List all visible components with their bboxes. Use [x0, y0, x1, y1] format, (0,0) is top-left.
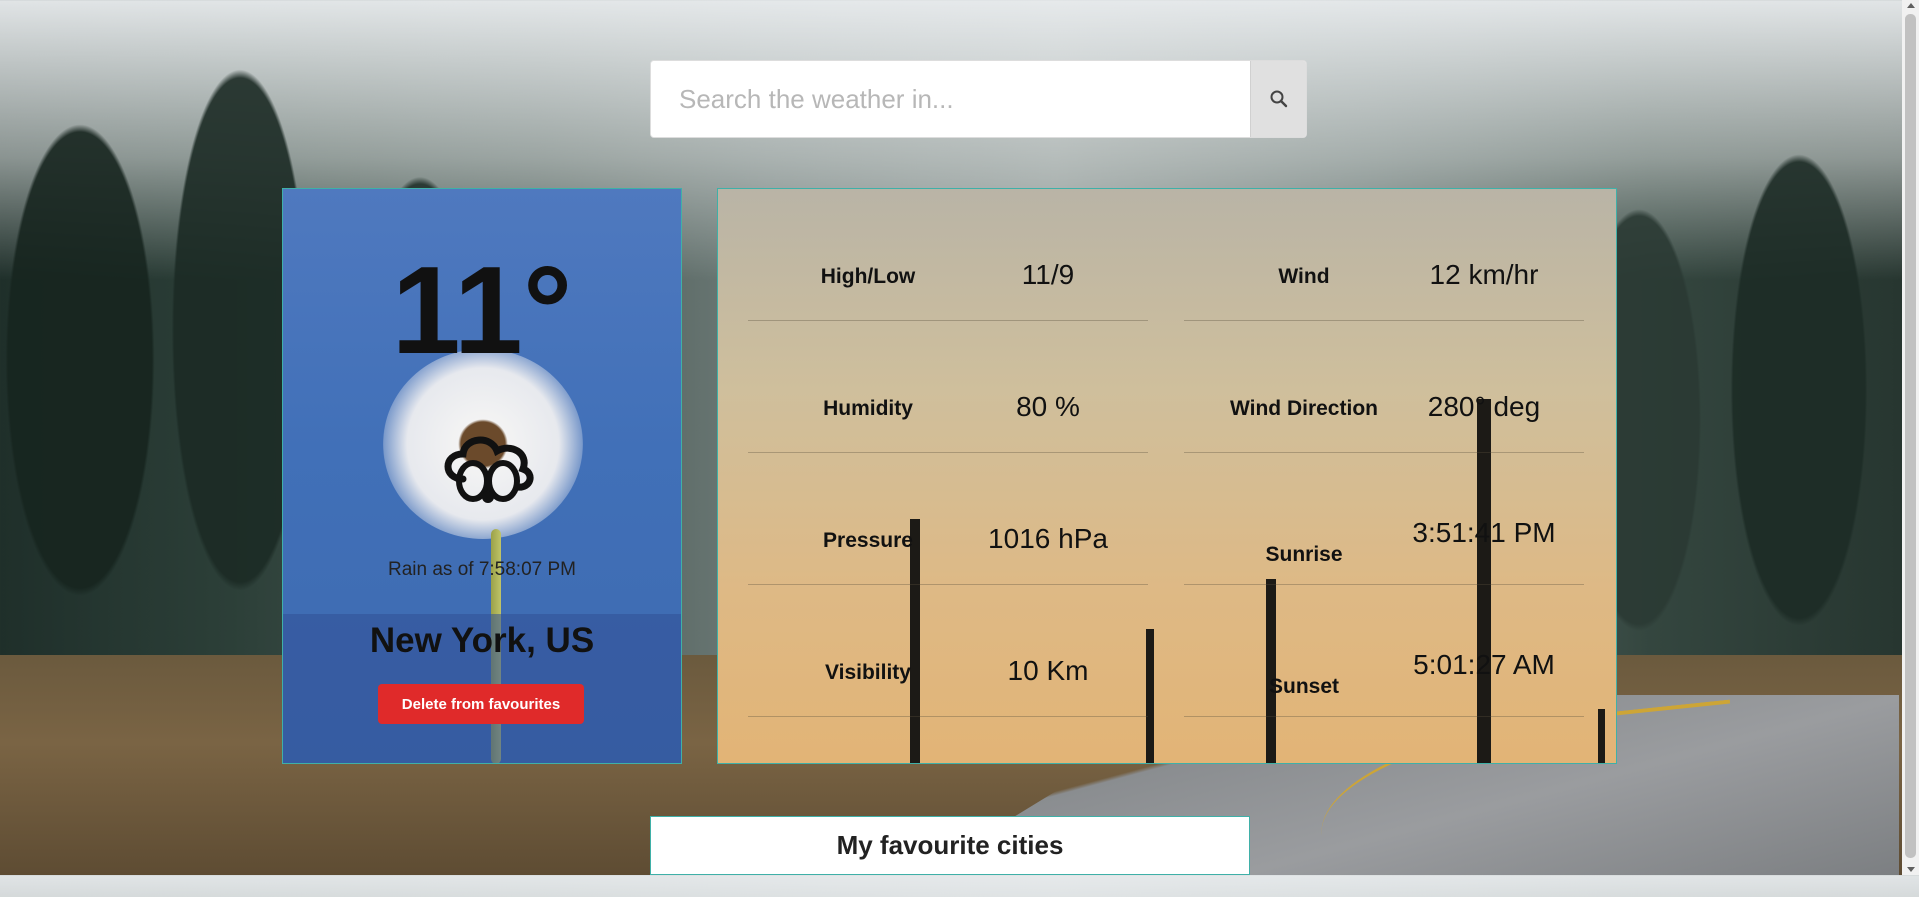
delete-from-favourites-button[interactable]: Delete from favourites	[378, 684, 584, 724]
detail-row: Humidity 80 %	[748, 321, 1148, 453]
detail-label: Wind Direction	[1230, 397, 1378, 420]
detail-label: Wind	[1278, 265, 1330, 288]
detail-label: Pressure	[823, 529, 913, 552]
city-name: New York, US	[369, 621, 595, 660]
detail-value: 12 km/hr	[1429, 259, 1539, 290]
wind-turbine	[1598, 709, 1605, 763]
page-scrollbar[interactable]	[1902, 0, 1919, 875]
detail-label: Visibility	[825, 661, 911, 684]
detail-value: 5:01:27 AM	[1413, 649, 1555, 680]
detail-value: 11/9	[1021, 259, 1075, 290]
scrollbar-thumb[interactable]	[1905, 14, 1916, 858]
details-right-column: Wind 12 km/hr Wind Direction 280° deg Su…	[1184, 189, 1584, 717]
detail-row: Visibility 10 Km	[748, 585, 1148, 717]
scroll-down-arrow-icon[interactable]	[1907, 867, 1915, 872]
detail-row: Pressure 1016 hPa	[748, 453, 1148, 585]
current-temperature: 11°	[391, 242, 573, 380]
detail-row: Sunset 5:01:27 AM	[1184, 585, 1584, 717]
detail-row: Sunrise 3:51:41 PM	[1184, 453, 1584, 585]
search-button[interactable]	[1250, 61, 1306, 137]
detail-label: Sunrise	[1265, 543, 1343, 566]
detail-value: 280° deg	[1427, 391, 1541, 422]
detail-label: Humidity	[823, 397, 913, 420]
details-left-column: High/Low 11/9 Humidity 80 % Pressure 101…	[748, 189, 1148, 717]
current-weather-card: 11° Rain as of 7:58:07 PM New York, US D…	[282, 188, 682, 764]
detail-value: 10 Km	[1007, 655, 1089, 686]
rain-cloud-icon	[444, 436, 534, 503]
search-icon	[1270, 90, 1287, 108]
favourite-cities-header: My favourite cities	[650, 816, 1250, 875]
detail-label: High/Low	[820, 265, 916, 288]
detail-value: 1016 hPa	[988, 523, 1108, 554]
detail-label: Sunset	[1268, 675, 1339, 698]
search-bar	[650, 60, 1307, 138]
detail-value: 80 %	[1016, 391, 1080, 422]
detail-row: Wind 12 km/hr	[1184, 189, 1584, 321]
detail-value: 3:51:41 PM	[1412, 517, 1556, 548]
weather-details-card: High/Low 11/9 Humidity 80 % Pressure 101…	[717, 188, 1617, 764]
search-input[interactable]	[651, 61, 1250, 137]
scroll-up-arrow-icon[interactable]	[1907, 3, 1915, 8]
detail-row: Wind Direction 280° deg	[1184, 321, 1584, 453]
condition-text: Rain as of 7:58:07 PM	[388, 559, 576, 580]
detail-row: High/Low 11/9	[748, 189, 1148, 321]
